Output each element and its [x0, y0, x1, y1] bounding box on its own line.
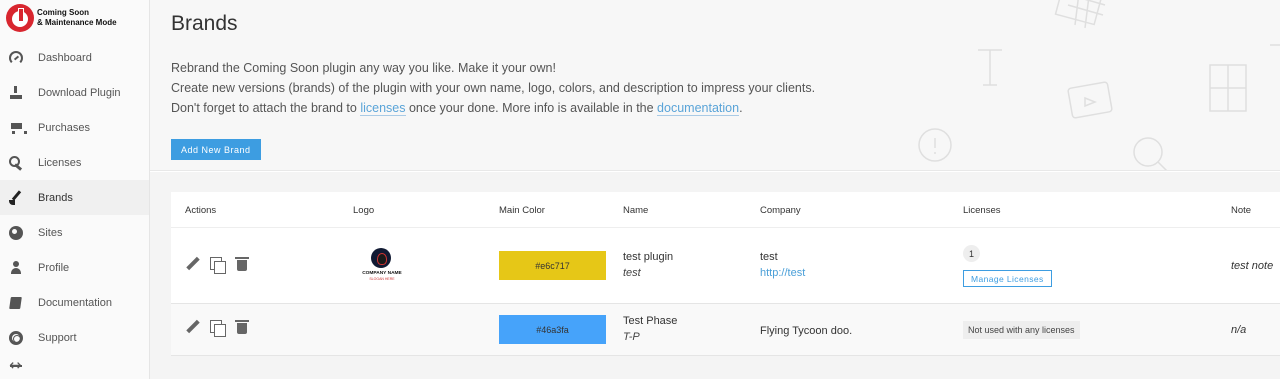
row-actions	[185, 320, 250, 337]
column-header-note: Note	[1231, 205, 1252, 216]
brand-logo-company-text: COMPANY NAME	[362, 271, 402, 276]
manage-licenses-button[interactable]: Manage Licenses	[963, 270, 1052, 287]
sidebar-item-support[interactable]: Support	[0, 320, 149, 355]
column-header-actions: Actions	[185, 205, 217, 216]
sidebar-item-label: Download Plugin	[38, 86, 121, 99]
company-name: test	[760, 251, 778, 263]
row-actions	[185, 257, 250, 274]
edit-icon[interactable]	[185, 257, 200, 272]
sidebar-item-label: Licenses	[38, 156, 82, 169]
brand-company: Flying Tycoon doo.	[760, 323, 852, 339]
licenses-status: Not used with any licenses	[963, 321, 1080, 339]
duplicate-icon[interactable]	[210, 257, 226, 274]
brands-content: Actions Logo Main Color Name Company Lic…	[150, 172, 1280, 379]
sidebar-item-label: Documentation	[38, 296, 112, 309]
brand-note: test note	[1231, 260, 1274, 272]
cart-icon	[9, 121, 27, 135]
description-text: Don't forget to attach the brand to	[171, 101, 361, 115]
app-logo[interactable]: Coming Soon & Maintenance Mode	[6, 4, 146, 32]
column-header-company: Company	[760, 205, 801, 216]
company-name: Flying Tycoon doo.	[760, 325, 853, 337]
globe-icon	[9, 225, 23, 240]
delete-icon[interactable]	[235, 257, 250, 272]
table-row: COMPANY NAME SLOGAN HERE #e6c717 test pl…	[171, 228, 1280, 304]
description-line-3: Don't forget to attach the brand to lice…	[171, 98, 971, 118]
logo-line2: & Maintenance Mode	[37, 18, 117, 27]
brand-note: n/a	[1231, 324, 1247, 336]
arrows-horizontal-icon[interactable]	[9, 356, 23, 374]
description-line-1: Rebrand the Coming Soon plugin any way y…	[171, 61, 556, 75]
add-new-brand-button[interactable]: Add New Brand	[171, 139, 261, 160]
brand-name: test plugin test	[623, 249, 673, 281]
brand-logo-slogan-text: SLOGAN HERE	[369, 277, 395, 281]
dashboard-icon	[9, 50, 23, 65]
column-header-name: Name	[623, 205, 649, 216]
licenses-link[interactable]: licenses	[360, 101, 406, 116]
company-url-link[interactable]: http://test	[760, 267, 805, 279]
color-hex: #e6c717	[535, 260, 570, 271]
description-text: once your done. More info is available i…	[405, 101, 658, 115]
brand-short-name: test	[623, 267, 641, 279]
brand-name-text: Test Phase	[623, 315, 678, 327]
brush-icon	[9, 191, 23, 205]
license-count-badge: 1	[963, 245, 980, 262]
delete-icon[interactable]	[235, 320, 250, 335]
documentation-link[interactable]: documentation	[657, 101, 740, 116]
main-color-swatch: #e6c717	[499, 251, 606, 280]
color-hex: #46a3fa	[536, 324, 569, 335]
sidebar-item-label: Profile	[38, 261, 70, 274]
duplicate-icon[interactable]	[210, 320, 226, 337]
key-icon	[9, 155, 23, 170]
table-header: Actions Logo Main Color Name Company Lic…	[171, 192, 1280, 228]
column-header-main-color: Main Color	[499, 205, 545, 216]
power-logo-icon	[6, 4, 34, 32]
sidebar: Coming Soon & Maintenance Mode Dashboard …	[0, 0, 150, 379]
sidebar-item-label: Support	[38, 331, 77, 344]
sidebar-item-sites[interactable]: Sites	[0, 215, 149, 250]
page-description: Rebrand the Coming Soon plugin any way y…	[171, 58, 971, 118]
brands-table: Actions Logo Main Color Name Company Lic…	[171, 192, 1280, 356]
column-header-licenses: Licenses	[963, 205, 1001, 216]
brand-name: Test Phase T-P	[623, 313, 677, 345]
download-icon	[9, 85, 23, 100]
description-text: .	[739, 101, 743, 115]
sidebar-item-dashboard[interactable]: Dashboard	[0, 40, 149, 75]
page-header: Brands Rebrand the Coming Soon plugin an…	[150, 0, 1280, 171]
logo-line1: Coming Soon	[37, 8, 89, 17]
sidebar-item-label: Dashboard	[38, 51, 92, 64]
brand-logo-image: COMPANY NAME SLOGAN HERE	[359, 248, 405, 284]
brand-name-text: test plugin	[623, 251, 674, 263]
main-color-swatch: #46a3fa	[499, 315, 606, 344]
sidebar-item-label: Purchases	[38, 121, 90, 134]
table-row: #46a3fa Test Phase T-P Flying Tycoon doo…	[171, 304, 1280, 356]
sidebar-item-profile[interactable]: Profile	[0, 250, 149, 285]
sidebar-item-download-plugin[interactable]: Download Plugin	[0, 75, 149, 110]
sidebar-item-purchases[interactable]: Purchases	[0, 110, 149, 145]
user-icon	[9, 260, 23, 275]
book-icon	[9, 296, 23, 310]
sidebar-item-label: Sites	[38, 226, 63, 239]
column-header-logo: Logo	[353, 205, 375, 216]
description-line-2: Create new versions (brands) of the plug…	[171, 81, 816, 95]
sidebar-nav: Dashboard Download Plugin Purchases Lice…	[0, 40, 149, 355]
brand-short-name: T-P	[623, 331, 640, 343]
brand-logo-mark	[371, 248, 391, 268]
logo-text: Coming Soon & Maintenance Mode	[37, 8, 117, 28]
sidebar-item-licenses[interactable]: Licenses	[0, 145, 149, 180]
brand-company: test http://test	[760, 249, 805, 281]
sidebar-item-label: Brands	[38, 191, 73, 204]
sidebar-item-brands[interactable]: Brands	[0, 180, 149, 215]
lifebuoy-icon	[9, 330, 23, 345]
sidebar-item-documentation[interactable]: Documentation	[0, 285, 149, 320]
page-title: Brands	[171, 12, 238, 35]
edit-icon[interactable]	[185, 320, 200, 335]
